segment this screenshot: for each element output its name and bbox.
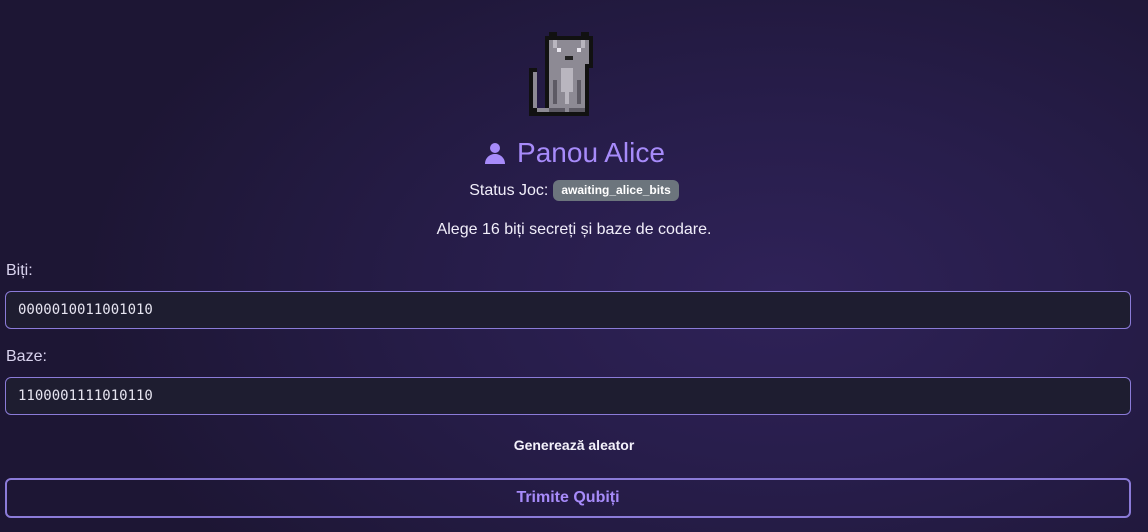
game-status: Status Joc: awaiting_alice_bits	[0, 180, 1148, 201]
submit-qubits-button[interactable]: Trimite Qubiți	[5, 478, 1131, 518]
pixel-cat-icon	[529, 32, 593, 116]
generate-random-button[interactable]: Generează aleator	[0, 437, 1148, 453]
status-label: Status Joc:	[469, 181, 549, 199]
user-icon	[485, 143, 506, 164]
panel-title: Panou Alice	[0, 136, 1148, 170]
bits-input[interactable]	[5, 291, 1131, 329]
bases-label: Baze:	[6, 348, 47, 365]
bits-label: Biți:	[6, 262, 33, 279]
panel-title-text: Panou Alice	[517, 137, 665, 168]
instruction-text: Alege 16 biți secreți și baze de codare.	[436, 221, 712, 238]
bases-input[interactable]	[5, 377, 1131, 415]
status-badge: awaiting_alice_bits	[553, 180, 679, 201]
